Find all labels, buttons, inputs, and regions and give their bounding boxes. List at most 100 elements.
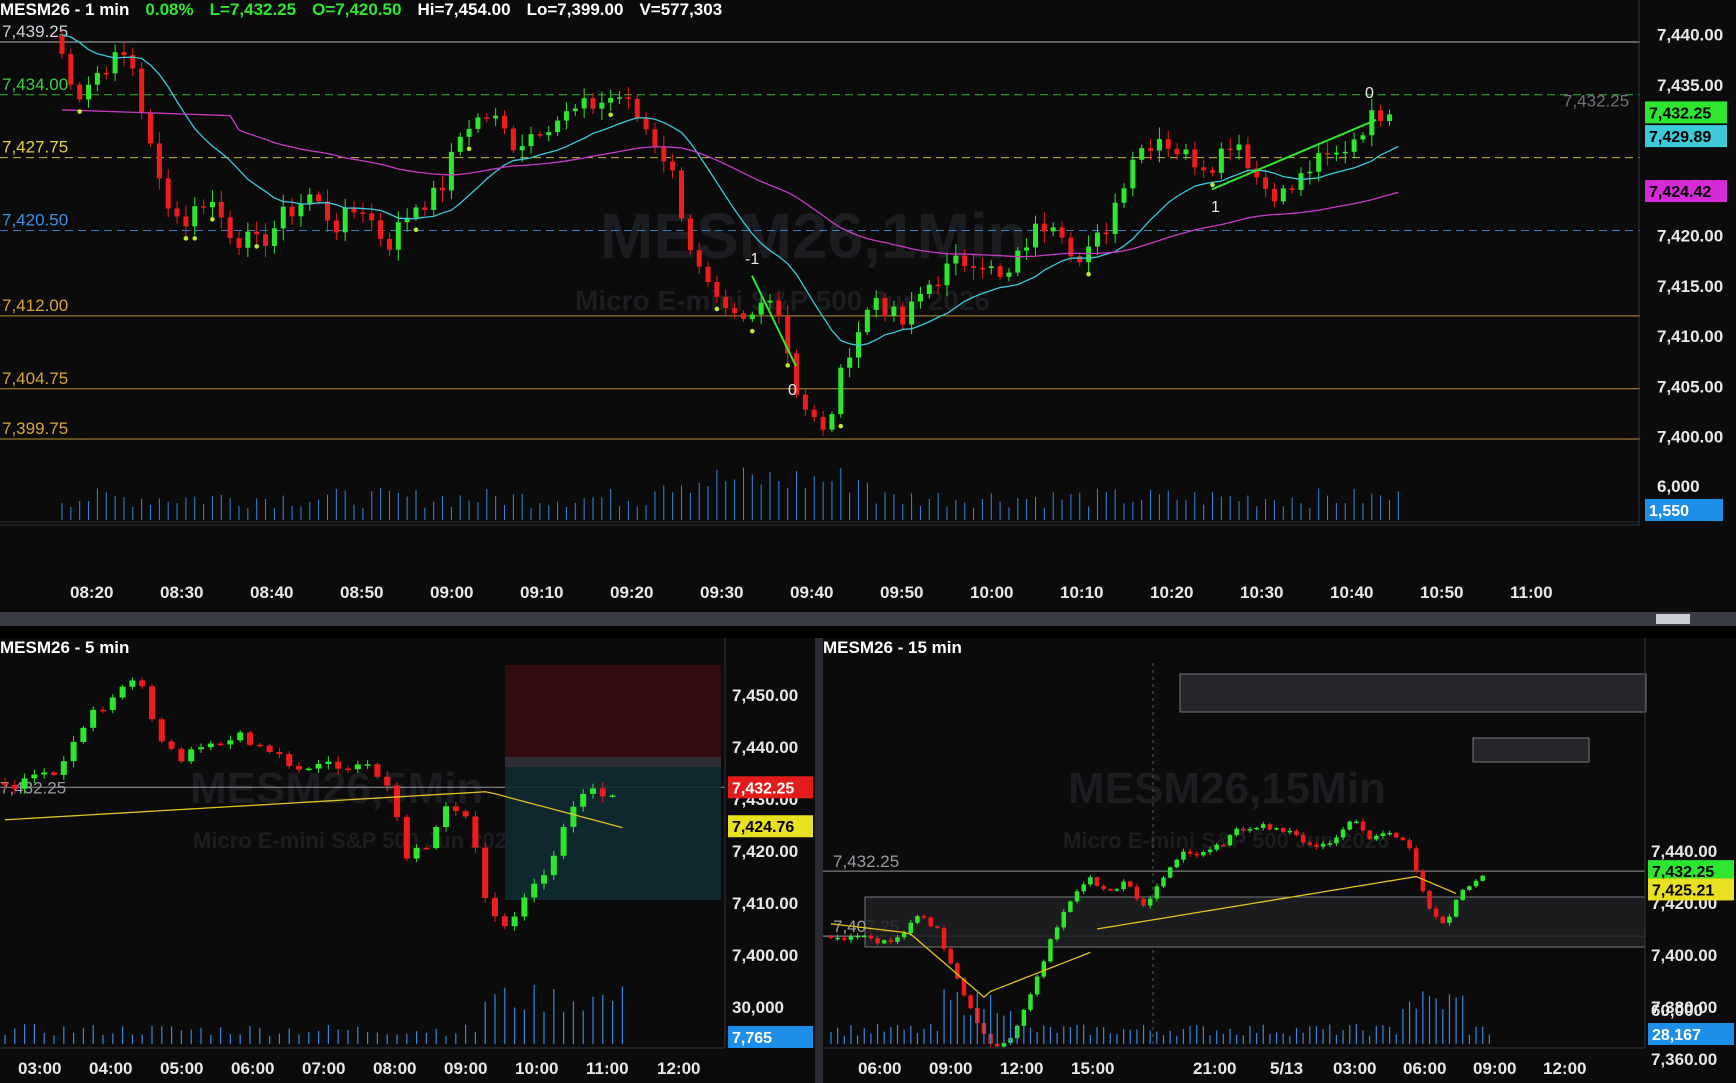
candle-body xyxy=(531,883,538,898)
candle-body xyxy=(935,284,941,287)
candle-body xyxy=(403,817,410,859)
candle-body xyxy=(452,806,459,812)
candle-body xyxy=(1181,851,1186,860)
x-tick-label: 09:00 xyxy=(929,1059,972,1078)
candle-body xyxy=(1148,148,1154,151)
candle-body xyxy=(1061,911,1066,928)
chart-5min-canvas[interactable]: MESM26,5Min Micro E-mini S&P 500 Jun 202… xyxy=(0,638,815,1083)
candle-body xyxy=(1334,837,1339,844)
candle-body xyxy=(900,306,906,325)
candle-body xyxy=(847,357,853,368)
x-tick-label: 03:00 xyxy=(18,1059,61,1078)
candle-body xyxy=(80,727,87,742)
chart-15min-canvas[interactable]: MESM26,15Min Micro E-mini S&P 500 Jun 20… xyxy=(823,638,1736,1083)
chart-pane-1min[interactable]: MESM26,1Min Micro E-mini S&P 500 Jun 202… xyxy=(0,0,1736,612)
annotation-2: 1 xyxy=(1211,199,1220,216)
candle-body xyxy=(696,250,702,267)
level-label-1: 7,434.00 xyxy=(2,75,68,94)
candle-body xyxy=(201,206,207,208)
y-tick-label: 7,410.00 xyxy=(732,894,798,913)
x-tick-label: 09:40 xyxy=(790,583,833,602)
candle-body xyxy=(59,34,65,54)
current-zone xyxy=(1472,737,1590,763)
candle-body xyxy=(1130,159,1136,189)
candle-body xyxy=(921,916,927,918)
candle-body xyxy=(1298,173,1304,190)
y-tick-label: 7,415.00 xyxy=(1657,277,1723,296)
candle-body xyxy=(842,937,847,940)
candle-body xyxy=(493,115,499,119)
candle-body xyxy=(139,68,145,113)
candle-body xyxy=(86,84,92,100)
chart-1min-canvas[interactable]: MESM26,1Min Micro E-mini S&P 500 Jun 202… xyxy=(0,0,1736,612)
y-tick-label: 7,440.00 xyxy=(732,738,798,757)
candle-body xyxy=(888,940,894,942)
candle-body xyxy=(572,108,578,112)
candle-body xyxy=(971,266,977,268)
candle-body xyxy=(1316,153,1322,172)
candle-body xyxy=(643,117,649,130)
candle-body xyxy=(484,117,490,119)
candle-body xyxy=(868,935,874,939)
candle-body xyxy=(440,187,446,191)
candle-body xyxy=(1267,824,1273,830)
candle-body xyxy=(1351,139,1357,152)
candle-body xyxy=(148,112,153,144)
y-tick-label: 7,410.00 xyxy=(1657,327,1723,346)
signal-dot xyxy=(466,146,472,152)
horizontal-scrollbar[interactable] xyxy=(0,612,1736,626)
signal-dot xyxy=(750,328,755,334)
candle-body xyxy=(68,53,74,85)
candle-body xyxy=(528,134,534,147)
candle-body xyxy=(1360,821,1366,831)
pane-splitter[interactable] xyxy=(815,638,823,1083)
x-tick-label: 10:50 xyxy=(1420,583,1463,602)
scroll-thumb[interactable] xyxy=(1656,614,1690,624)
candle-body xyxy=(740,313,746,320)
candle-body xyxy=(915,916,920,923)
candle-body xyxy=(550,855,557,876)
candle-body xyxy=(227,740,234,745)
candle-body xyxy=(767,300,773,303)
candle-body xyxy=(928,917,933,927)
candle-body xyxy=(423,847,430,850)
x-tick-label: 07:00 xyxy=(302,1059,345,1078)
candle-body xyxy=(209,201,215,208)
candle-body xyxy=(1263,177,1269,189)
candle-body xyxy=(51,772,57,775)
candle-body xyxy=(502,115,507,129)
candle-body xyxy=(1387,832,1392,835)
candle-body xyxy=(70,741,77,762)
volume-axis-label: 6,000 xyxy=(1657,477,1700,496)
chart-pane-15min[interactable]: MESM26,15Min Micro E-mini S&P 500 Jun 20… xyxy=(823,638,1736,1083)
y-tick-label: 7,440.00 xyxy=(1657,26,1723,45)
candle-body xyxy=(103,72,109,75)
demand-zone xyxy=(864,896,1646,948)
candle-body xyxy=(625,97,631,99)
chart-pane-5min[interactable]: MESM26,5Min Micro E-mini S&P 500 Jun 202… xyxy=(0,638,815,1083)
candle-body xyxy=(1420,870,1426,891)
candle-body xyxy=(1325,153,1331,155)
level-label-2: 7,427.75 xyxy=(2,138,68,157)
price-badge-ema: 7,429.89 xyxy=(1649,129,1711,146)
candle-body xyxy=(1467,886,1472,890)
candle-body xyxy=(1081,884,1086,892)
candle-body xyxy=(1059,227,1065,238)
candle-body xyxy=(968,995,973,1009)
supply-zone xyxy=(505,665,721,757)
candle-body xyxy=(174,208,180,217)
candle-body xyxy=(386,238,392,250)
candle-body xyxy=(422,207,428,210)
candle-body xyxy=(1294,830,1299,835)
candle-body xyxy=(31,774,38,779)
candle-body xyxy=(90,709,97,728)
candle-body xyxy=(1280,188,1286,202)
candle-body xyxy=(266,745,273,753)
x-tick-label: 09:30 xyxy=(700,583,743,602)
candle-body xyxy=(316,194,322,202)
candle-body xyxy=(354,764,361,770)
candle-body xyxy=(237,732,244,741)
candle-body xyxy=(1077,256,1083,263)
y-tick-label: 7,400.00 xyxy=(1651,946,1717,965)
x-tick-label: 06:00 xyxy=(231,1059,274,1078)
